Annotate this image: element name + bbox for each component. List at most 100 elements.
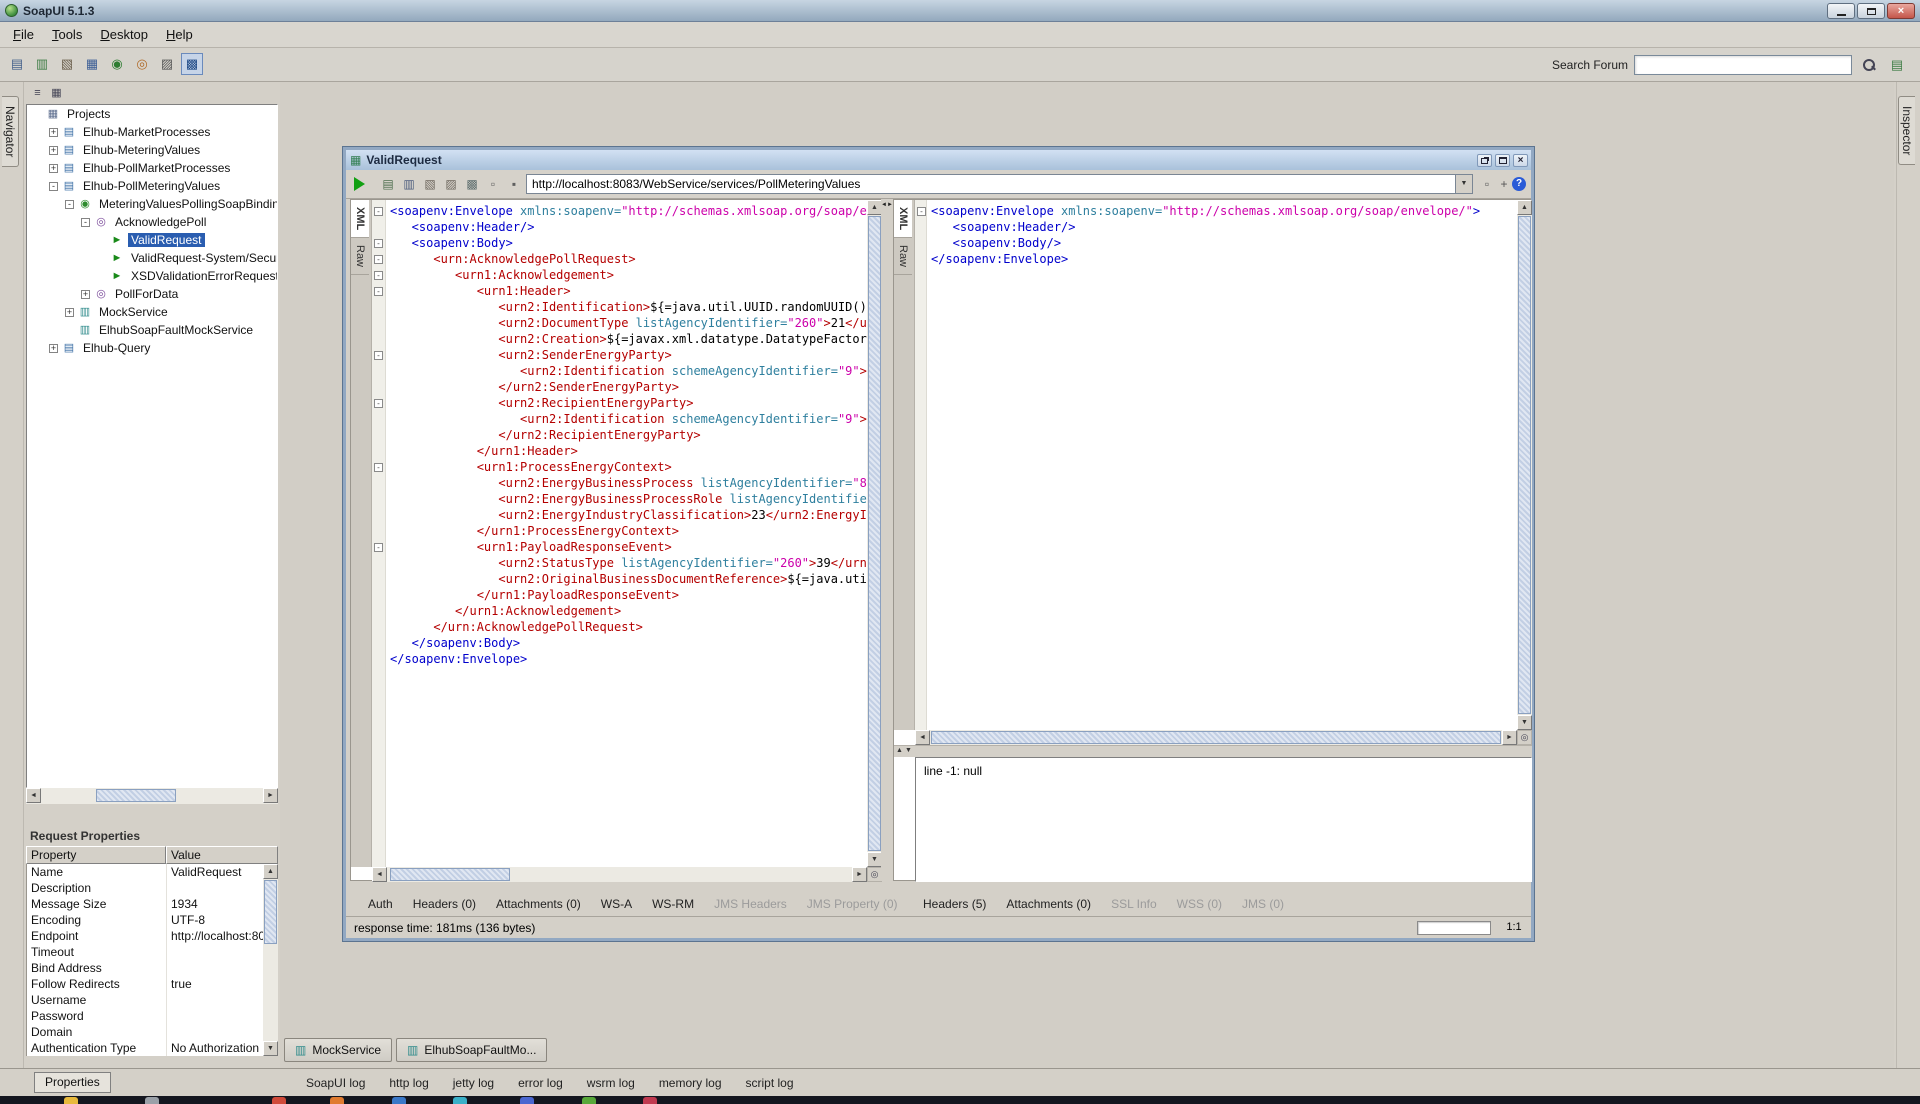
- taskbar[interactable]: [0, 1096, 1920, 1104]
- tree-item-elhub-pollmeteringvalues[interactable]: -▤Elhub-PollMeteringValues: [27, 177, 277, 195]
- create-empty-icon[interactable]: ▫: [485, 176, 501, 192]
- scroll-right-icon[interactable]: ►: [1502, 730, 1517, 745]
- property-value[interactable]: [167, 1008, 263, 1024]
- property-value[interactable]: No Authorization: [167, 1040, 263, 1056]
- submit-request-button[interactable]: [354, 176, 372, 192]
- request-tab-ws-a[interactable]: WS-A: [593, 895, 640, 913]
- order-icon[interactable]: ▪: [506, 176, 522, 192]
- taskbar-icon[interactable]: [453, 1097, 467, 1104]
- scroll-left-icon[interactable]: ◄: [372, 867, 387, 882]
- tree-item-acknowledgepoll[interactable]: -◎AcknowledgePoll: [27, 213, 277, 231]
- forum-button[interactable]: ▤: [1886, 54, 1908, 76]
- search-button[interactable]: [1858, 54, 1880, 76]
- editor-view-tab-xml[interactable]: XML: [351, 200, 369, 238]
- new-rest-project-icon[interactable]: ▥: [31, 53, 53, 75]
- request-window-titlebar[interactable]: ▦ ValidRequest ×: [346, 150, 1531, 170]
- copy-xml-icon[interactable]: ▧: [422, 176, 438, 192]
- log-tab-wsrm-log[interactable]: wsrm log: [575, 1073, 647, 1093]
- maximize-button[interactable]: [1857, 3, 1885, 19]
- tree-item-elhub-pollmarketprocesses[interactable]: +▤Elhub-PollMarketProcesses: [27, 159, 277, 177]
- tree-item-validrequest[interactable]: ►ValidRequest: [27, 231, 277, 249]
- editor-view-tab-raw[interactable]: Raw: [351, 238, 369, 275]
- fold-toggle-icon[interactable]: -: [374, 271, 383, 280]
- clone-request-icon[interactable]: ▨: [443, 176, 459, 192]
- property-row-timeout[interactable]: Timeout: [27, 944, 263, 960]
- request-tab-auth[interactable]: Auth: [360, 895, 401, 913]
- property-row-name[interactable]: NameValidRequest: [27, 864, 263, 880]
- expand-handle-icon[interactable]: +: [81, 290, 90, 299]
- editor-view-tab-xml[interactable]: XML: [894, 200, 912, 238]
- fold-toggle-icon[interactable]: -: [374, 463, 383, 472]
- scroll-down-icon[interactable]: ▼: [1517, 715, 1532, 730]
- expand-handle-icon[interactable]: +: [49, 344, 58, 353]
- frame-maximize-button[interactable]: [1495, 154, 1510, 167]
- log-tab-error-log[interactable]: error log: [506, 1073, 575, 1093]
- add-to-mockservice-icon[interactable]: ▥: [401, 176, 417, 192]
- minimized-window-elhubsoapfaultmo[interactable]: ▥ElhubSoapFaultMo...: [396, 1038, 547, 1062]
- property-value[interactable]: [167, 992, 263, 1008]
- property-row-endpoint[interactable]: Endpointhttp://localhost:80...: [27, 928, 263, 944]
- close-button[interactable]: ×: [1887, 3, 1915, 19]
- save-all-icon[interactable]: ▦: [81, 53, 103, 75]
- minimize-button[interactable]: [1827, 3, 1855, 19]
- endpoint-dropdown-icon[interactable]: ▼: [1455, 175, 1472, 193]
- title-bar[interactable]: SoapUI 5.1.3 ×: [0, 0, 1920, 22]
- property-row-domain[interactable]: Domain: [27, 1024, 263, 1040]
- log-tab-soapui-log[interactable]: SoapUI log: [294, 1073, 377, 1093]
- property-value[interactable]: 1934: [167, 896, 263, 912]
- tree-item-pollfordata[interactable]: +◎PollForData: [27, 285, 277, 303]
- request-tab-attachments-0[interactable]: Attachments (0): [488, 895, 589, 913]
- response-xml-editor[interactable]: <soapenv:Envelope xmlns:soapenv="http://…: [927, 200, 1517, 730]
- response-tab-headers-5[interactable]: Headers (5): [915, 895, 994, 913]
- tree-item-elhub-query[interactable]: +▤Elhub-Query: [27, 339, 277, 357]
- frame-restore-button[interactable]: [1477, 154, 1492, 167]
- magnifier-icon[interactable]: ◎: [1517, 730, 1532, 745]
- property-value[interactable]: true: [167, 976, 263, 992]
- scroll-left-icon[interactable]: ◄: [26, 788, 41, 803]
- add-to-testcase-icon[interactable]: ▤: [380, 176, 396, 192]
- response-tab-wss-0[interactable]: WSS (0): [1169, 895, 1230, 913]
- new-soap-project-icon[interactable]: ▤: [6, 53, 28, 75]
- minimized-window-mockservice[interactable]: ▥MockService: [284, 1038, 392, 1062]
- property-value[interactable]: [167, 1024, 263, 1040]
- scroll-down-icon[interactable]: ▼: [867, 852, 882, 867]
- editor-view-tab-raw[interactable]: Raw: [894, 238, 912, 275]
- endpoint-combobox[interactable]: http://localhost:8083/WebService/service…: [526, 174, 1473, 194]
- proxy-icon[interactable]: ▩: [181, 53, 203, 75]
- import-project-icon[interactable]: ▧: [56, 53, 78, 75]
- preferences-icon[interactable]: ▨: [156, 53, 178, 75]
- log-splitter[interactable]: ▲▼: [894, 745, 1532, 757]
- tree-item-mockservice[interactable]: +▥MockService: [27, 303, 277, 321]
- property-row-bind-address[interactable]: Bind Address: [27, 960, 263, 976]
- menu-file[interactable]: File: [4, 24, 43, 45]
- help-icon[interactable]: ?: [1512, 177, 1526, 191]
- collapse-handle-icon[interactable]: -: [81, 218, 90, 227]
- navigator-tab[interactable]: Navigator: [2, 96, 19, 167]
- navigator-layout-icon[interactable]: ▦: [49, 86, 64, 101]
- navigator-options-icon[interactable]: ≡: [30, 86, 45, 101]
- tree-item-meteringvaluespollingsoapbinding[interactable]: -◉MeteringValuesPollingSoapBinding: [27, 195, 277, 213]
- request-tab-jms-property-0[interactable]: JMS Property (0): [799, 895, 906, 913]
- property-row-encoding[interactable]: EncodingUTF-8: [27, 912, 263, 928]
- collapse-handle-icon[interactable]: -: [65, 200, 74, 209]
- tree-item-validrequest-system-securi[interactable]: ►ValidRequest-System/Securi: [27, 249, 277, 267]
- response-horizontal-scrollbar[interactable]: ◄ ►: [915, 730, 1517, 745]
- fold-toggle-icon[interactable]: -: [374, 351, 383, 360]
- scroll-left-icon[interactable]: ◄: [915, 730, 930, 745]
- menu-tools[interactable]: Tools: [43, 24, 91, 45]
- scroll-down-icon[interactable]: ▼: [263, 1041, 278, 1056]
- fold-toggle-icon[interactable]: -: [374, 239, 383, 248]
- search-forum-input[interactable]: [1634, 55, 1852, 75]
- zoom-corner-icon[interactable]: ◎: [867, 867, 882, 882]
- taskbar-icon[interactable]: [330, 1097, 344, 1104]
- collapse-handle-icon[interactable]: -: [49, 182, 58, 191]
- response-tab-jms-0[interactable]: JMS (0): [1234, 895, 1292, 913]
- tree-item-elhub-meteringvalues[interactable]: +▤Elhub-MeteringValues: [27, 141, 277, 159]
- property-row-authentication-type[interactable]: Authentication TypeNo Authorization: [27, 1040, 263, 1056]
- request-horizontal-scrollbar[interactable]: ◄ ►: [372, 867, 867, 882]
- property-value[interactable]: [167, 880, 263, 896]
- log-tab-memory-log[interactable]: memory log: [647, 1073, 734, 1093]
- trial-icon[interactable]: ◎: [131, 53, 153, 75]
- editor-splitter[interactable]: ◄►: [881, 199, 893, 881]
- log-tab-script-log[interactable]: script log: [734, 1073, 806, 1093]
